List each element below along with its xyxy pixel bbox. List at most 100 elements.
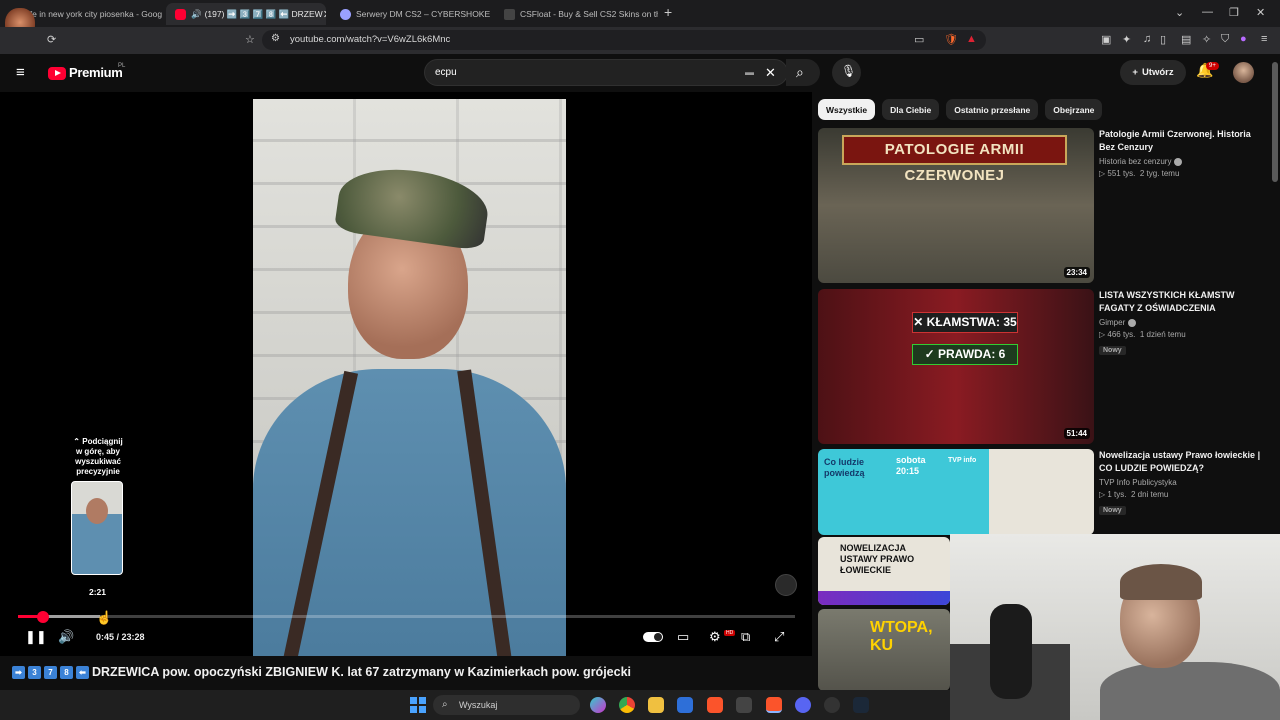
clear-search-icon[interactable]: ✕ [765, 65, 776, 81]
fullscreen-icon[interactable]: ⤢ [774, 629, 784, 645]
sidebar-icon[interactable]: ▯ [1160, 33, 1166, 46]
steam-icon[interactable] [853, 697, 869, 713]
verified-icon [1128, 318, 1137, 327]
thumbnail-text: NOWELIZACJA USTAWY PRAWO ŁOWIECKIE [840, 543, 915, 575]
recommendation-item[interactable]: Co ludzie powiedzą sobota 20:15 TVP info… [818, 449, 1270, 535]
browser-tab-2[interactable]: 🔊 (197) ➡️ 3️⃣ 7️⃣ 8️⃣ ⬅️ DRZEW ✕ [166, 3, 326, 25]
music-icon[interactable]: ♫ [1143, 33, 1151, 45]
brave-active-icon[interactable] [766, 697, 782, 713]
obs-icon[interactable] [824, 697, 840, 713]
upload-age: 2 dni temu [1130, 490, 1169, 499]
copilot-icon[interactable] [590, 697, 606, 713]
youtube-logo-icon[interactable] [48, 67, 66, 80]
recommendation-thumbnail[interactable]: ✕ KŁAMSTWA: 35 ✓ PRAWDA: 6 51:44 [818, 289, 1094, 444]
thumbnail-text: WTOPA, KU [870, 619, 933, 654]
minimize-icon[interactable]: — [1202, 6, 1213, 18]
settings-gear-icon[interactable]: ⚙ [709, 629, 721, 645]
maximize-icon[interactable]: ❐ [1229, 6, 1239, 19]
windows-start-icon[interactable] [410, 697, 426, 713]
chip-all[interactable]: Wszystkie [818, 99, 876, 120]
search-value: ecpu [435, 67, 457, 78]
filter-chips: Wszystkie Dla Ciebie Ostatnio przesłane … [818, 99, 1103, 120]
chrome-icon[interactable] [619, 697, 635, 713]
search-input[interactable]: ecpu ▬ ✕ [424, 59, 788, 86]
chip-for-you[interactable]: Dla Ciebie [882, 99, 940, 120]
new-tab-button[interactable]: + [664, 4, 672, 20]
site-info-icon[interactable]: ⚙ [271, 33, 280, 44]
cast-icon[interactable]: ▭ [914, 33, 924, 46]
notification-count-badge: 9+ [1206, 62, 1219, 70]
keyboard-icon[interactable]: ▬ [745, 67, 754, 77]
youtube-premium-label[interactable]: Premium [69, 65, 123, 80]
arrow-left-emoji-icon: ⬅ [76, 665, 89, 679]
brave-shield-icon[interactable]: 🛡 [944, 33, 958, 46]
close-tab-icon[interactable]: ✕ [323, 8, 326, 21]
brave-rewards-icon[interactable]: ▲ [966, 33, 977, 45]
volume-icon[interactable]: 🔊 [58, 629, 74, 645]
create-label: Utwórz [1141, 67, 1174, 78]
channel-name[interactable]: Gimper [1099, 318, 1125, 327]
store-icon[interactable] [677, 697, 693, 713]
channel-name[interactable]: TVP Info Publicystyka [1099, 478, 1177, 487]
recommendation-thumbnail[interactable]: WTOPA, KU [818, 609, 950, 691]
voice-search-button[interactable]: 🎙 [832, 58, 861, 87]
url-text: youtube.com/watch?v=V6wZL6k6Mnc [290, 34, 451, 45]
subtitles-icon[interactable]: ▭ [677, 629, 689, 645]
tab-label: (197) ➡️ 3️⃣ 7️⃣ 8️⃣ ⬅️ DRZEW [204, 8, 323, 19]
seek-preview-thumbnail [71, 481, 123, 575]
recommendation-item[interactable]: PATOLOGIE ARMII CZERWONEJ 23:34 Patologi… [818, 128, 1270, 283]
tab-search-chevron-icon[interactable]: ⌄ [1175, 6, 1184, 19]
account-avatar[interactable] [1233, 62, 1254, 83]
hamburger-menu-icon[interactable]: ≡ [16, 64, 25, 81]
channel-name[interactable]: Historia bez cenzury [1099, 157, 1171, 166]
browser-tab-3[interactable]: Serwery DM CS2 – CYBERSHOKE [334, 3, 494, 25]
menu-icon[interactable]: ≡ [1261, 33, 1267, 45]
bookmark-icon[interactable]: ☆ [245, 33, 255, 46]
time-display: 0:45 / 23:28 [96, 632, 145, 642]
recommendation-thumbnail[interactable]: PATOLOGIE ARMII CZERWONEJ 23:34 [818, 128, 1094, 283]
discord-icon[interactable] [795, 697, 811, 713]
video-stats: ▷ 466 tys. 1 dzień temu [1099, 330, 1269, 339]
puzzle-icon[interactable]: ✦ [1122, 33, 1131, 46]
extension-icon[interactable]: ▣ [1101, 33, 1111, 46]
channel-watermark-icon[interactable] [775, 574, 797, 596]
close-window-icon[interactable]: ✕ [1256, 6, 1265, 19]
recommendation-thumbnail[interactable]: Co ludzie powiedzą sobota 20:15 TVP info [818, 449, 1094, 535]
pause-button[interactable]: ❚❚ [25, 629, 47, 645]
scrollbar-thumb[interactable] [1272, 62, 1278, 182]
progress-bar[interactable] [18, 615, 795, 618]
time-total: 23:28 [121, 632, 145, 642]
recommendation-thumbnail[interactable]: NOWELIZACJA USTAWY PRAWO ŁOWIECKIE [818, 537, 950, 605]
title-emoji: 7 [44, 665, 57, 679]
video-stats: ▷ 551 tys. 2 tyg. temu [1099, 169, 1269, 178]
autoplay-toggle[interactable] [643, 632, 663, 642]
youtube-icon [175, 8, 186, 20]
leo-icon[interactable]: ✧ [1202, 33, 1211, 46]
recommendation-title[interactable]: Nowelizacja ustawy Prawo łowieckie | CO … [1099, 449, 1269, 475]
upload-age: 1 dzień temu [1139, 330, 1186, 339]
reload-icon[interactable]: ⟳ [47, 33, 56, 46]
brave-icon[interactable] [707, 697, 723, 713]
tab-label: CSFloat - Buy & Sell CS2 Skins on the [520, 9, 658, 19]
create-button[interactable]: + Utwórz [1120, 60, 1186, 85]
upload-age: 2 tyg. temu [1139, 169, 1180, 178]
video-title-text: DRZEWICA pow. opoczyński ZBIGNIEW K. lat… [92, 665, 631, 679]
youtube-header: ≡ Premium PL ecpu ▬ ✕ ⌕ 🎙 + Utwórz 🔔 9+ [0, 54, 1270, 92]
miniplayer-icon[interactable]: ⧉ [741, 629, 750, 645]
file-explorer-icon[interactable] [648, 697, 664, 713]
recommendation-item[interactable]: ✕ KŁAMSTWA: 35 ✓ PRAWDA: 6 51:44 LISTA W… [818, 289, 1270, 444]
address-bar[interactable]: ⚙ youtube.com/watch?v=V6wZL6k6Mnc ▭ [262, 30, 986, 50]
browser-tab-4[interactable]: CSFloat - Buy & Sell CS2 Skins on the [498, 3, 658, 25]
search-button[interactable]: ⌕ [786, 59, 820, 86]
recommendation-title[interactable]: LISTA WSZYSTKICH KŁAMSTW FAGATY Z OŚWIAD… [1099, 289, 1269, 315]
recommendation-title[interactable]: Patologie Armii Czerwonej. Historia Bez … [1099, 128, 1269, 154]
mouse-cursor-icon: ☝ [96, 610, 113, 625]
wallet-icon[interactable]: ▤ [1181, 33, 1191, 46]
vpn-icon[interactable]: ⛉ [1221, 33, 1229, 46]
chip-watched[interactable]: Obejrzane [1045, 99, 1103, 120]
profile-icon[interactable]: ● [1240, 33, 1247, 45]
chip-recently-uploaded[interactable]: Ostatnio przesłane [946, 99, 1039, 120]
progress-scrubber[interactable] [36, 611, 49, 623]
taskbar-search-input[interactable]: ⌕ Wyszukaj [433, 695, 580, 715]
app-icon[interactable] [736, 697, 752, 713]
